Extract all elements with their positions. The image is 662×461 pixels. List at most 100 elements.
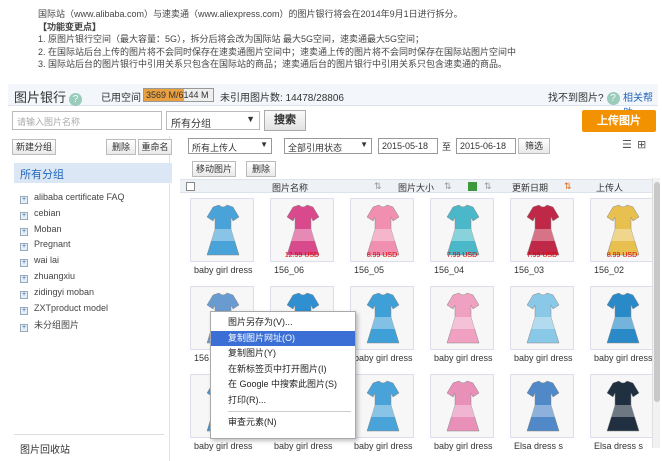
image-card[interactable]: baby girl dress: [186, 196, 258, 280]
context-menu-item[interactable]: 打印(R)...: [211, 393, 355, 409]
context-menu-item[interactable]: 复制图片(Y): [211, 346, 355, 362]
expand-icon[interactable]: +: [20, 275, 28, 283]
image-card[interactable]: baby girl dress: [426, 372, 498, 456]
expand-icon[interactable]: +: [20, 211, 28, 220]
context-menu-item[interactable]: 复制图片网址(O): [211, 330, 355, 346]
ref-status-select[interactable]: 全部引用状态 ▼: [284, 138, 372, 154]
context-menu-item[interactable]: 在新标签页中打开图片(I): [211, 362, 355, 378]
image-card[interactable]: baby girl dress: [346, 284, 418, 368]
help-icon[interactable]: ?: [69, 93, 83, 106]
page-title-text: 图片银行: [14, 90, 67, 105]
sort-icon[interactable]: ⇅: [484, 181, 492, 192]
delete-group-button[interactable]: 删除: [106, 139, 136, 155]
used-space-label: 已用空间: [101, 93, 141, 104]
sidebar-item[interactable]: + Pregnant: [20, 239, 71, 253]
image-thumbnail[interactable]: [590, 286, 654, 350]
image-caption: baby girl dress: [354, 353, 413, 363]
rename-group-button[interactable]: 重命名: [138, 139, 172, 155]
image-caption: 156_03: [514, 265, 545, 275]
col-size[interactable]: 图片大小: [398, 181, 434, 194]
sidebar-item[interactable]: + zidingyi moban: [20, 287, 94, 301]
image-caption: 156: [194, 353, 210, 363]
col-name[interactable]: 图片名称: [272, 181, 308, 194]
sidebar-item-label: zidingyi moban: [34, 286, 95, 297]
sidebar-item[interactable]: + cebian: [20, 208, 61, 222]
filter-button[interactable]: 筛选: [518, 138, 550, 154]
checkbox[interactable]: [468, 182, 477, 191]
scrollbar[interactable]: [652, 178, 660, 448]
image-thumbnail[interactable]: [510, 374, 574, 438]
image-card[interactable]: 12.99 USD 156_06: [266, 196, 338, 280]
sidebar-item[interactable]: + wai lai: [20, 255, 59, 269]
date-from-input[interactable]: 2015-05-18: [378, 138, 438, 154]
upload-button[interactable]: 上传图片: [582, 110, 656, 132]
context-menu-item[interactable]: 审查元素(N): [211, 415, 355, 431]
image-card[interactable]: Elsa dress s: [506, 372, 578, 456]
price-label: 12.99 USD: [284, 252, 320, 259]
dress-image: [606, 292, 640, 344]
move-images-button[interactable]: 移动图片: [192, 161, 236, 177]
price-label: 7.99 USD: [526, 252, 558, 259]
image-thumbnail[interactable]: [350, 286, 414, 350]
image-card[interactable]: baby girl dress: [426, 284, 498, 368]
context-menu-item[interactable]: 图片另存为(V)...: [211, 315, 355, 331]
image-card[interactable]: 7.99 USD 156_04: [426, 196, 498, 280]
image-thumbnail[interactable]: [350, 374, 414, 438]
sidebar-item[interactable]: + alibaba certificate FAQ: [20, 192, 125, 206]
sidebar-item[interactable]: + 未分组图片: [20, 318, 79, 333]
image-card[interactable]: 7.99 USD 156_03: [506, 196, 578, 280]
group-select[interactable]: 所有分组 ▼: [166, 111, 260, 130]
image-thumbnail[interactable]: [190, 198, 254, 262]
sort-icon[interactable]: ⇅: [444, 181, 452, 192]
image-caption: baby girl dress: [354, 441, 413, 451]
list-view-icon[interactable]: ☰: [622, 139, 634, 151]
dress-image: [446, 292, 480, 344]
dress-image: [446, 380, 480, 432]
search-button[interactable]: 搜索: [264, 110, 306, 131]
image-card[interactable]: 8.99 USD 156_05: [346, 196, 418, 280]
expand-icon[interactable]: +: [20, 259, 28, 268]
image-card[interactable]: baby girl dress: [346, 372, 418, 456]
search-input[interactable]: 请输入图片名称: [12, 111, 162, 130]
expand-icon[interactable]: +: [20, 306, 28, 315]
image-card[interactable]: Elsa dress s: [586, 372, 658, 456]
expand-icon[interactable]: +: [20, 324, 28, 333]
grid-view-icon[interactable]: ⊞: [637, 139, 649, 151]
sort-icon[interactable]: ⇅: [374, 181, 382, 192]
image-thumbnail[interactable]: 8.99 USD: [590, 198, 654, 262]
col-uploader[interactable]: 上传人: [596, 181, 623, 194]
image-card[interactable]: baby girl dress: [586, 284, 658, 368]
checkbox[interactable]: [186, 182, 195, 191]
expand-icon[interactable]: +: [20, 227, 28, 236]
image-thumbnail[interactable]: 12.99 USD: [270, 198, 334, 262]
image-thumbnail[interactable]: [590, 374, 654, 438]
image-card[interactable]: 8.99 USD 156_02: [586, 196, 658, 280]
expand-icon[interactable]: +: [20, 290, 28, 299]
image-thumbnail[interactable]: 7.99 USD: [510, 198, 574, 262]
image-thumbnail[interactable]: 7.99 USD: [430, 198, 494, 262]
sidebar-item[interactable]: + zhuangxiu: [20, 271, 75, 285]
context-menu-item[interactable]: 在 Google 中搜索此图片(S): [211, 377, 355, 393]
recycle-bin-link[interactable]: 图片回收站: [20, 441, 70, 456]
sort-desc-icon[interactable]: ⇅: [564, 181, 572, 192]
image-thumbnail[interactable]: 8.99 USD: [350, 198, 414, 262]
delete-images-button[interactable]: 删除: [246, 161, 276, 177]
col-date[interactable]: 更新日期: [512, 181, 548, 194]
new-group-button[interactable]: 新建分组: [12, 139, 56, 155]
sidebar-item[interactable]: + ZXTproduct model: [20, 303, 108, 317]
price-label: 7.99 USD: [446, 252, 478, 259]
help-icon[interactable]: ?: [606, 92, 620, 105]
expand-icon[interactable]: +: [20, 196, 28, 204]
sidebar-item-all-groups[interactable]: 所有分组: [14, 163, 172, 183]
scrollbar-thumb[interactable]: [654, 182, 660, 402]
not-found-link[interactable]: 找不到图片??: [548, 89, 620, 105]
image-caption: baby girl dress: [434, 353, 493, 363]
date-to-input[interactable]: 2015-06-18: [456, 138, 516, 154]
sidebar-item[interactable]: + Moban: [20, 224, 62, 238]
image-thumbnail[interactable]: [510, 286, 574, 350]
uploader-select[interactable]: 所有上传人 ▼: [188, 138, 272, 154]
expand-icon[interactable]: +: [20, 243, 28, 252]
image-thumbnail[interactable]: [430, 286, 494, 350]
image-card[interactable]: baby girl dress: [506, 284, 578, 368]
image-thumbnail[interactable]: [430, 374, 494, 438]
